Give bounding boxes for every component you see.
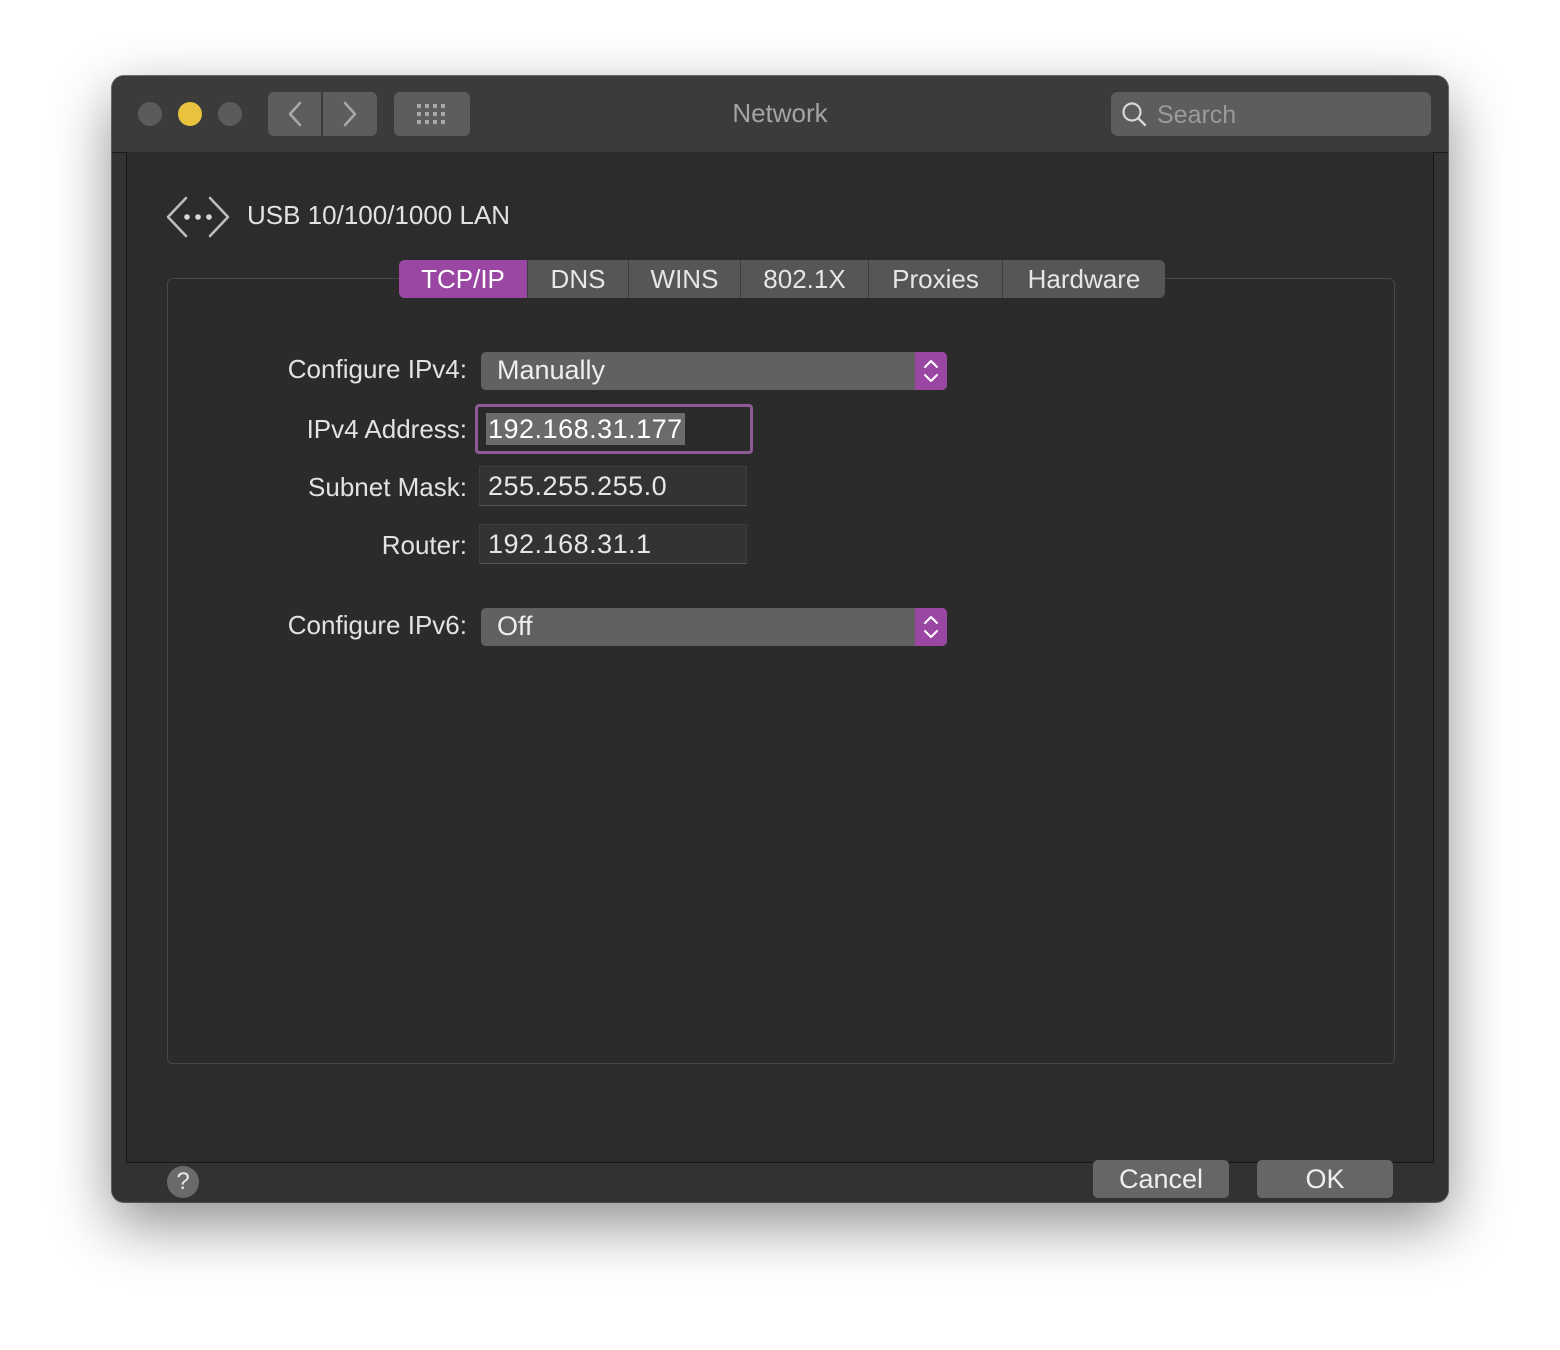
configure-ipv4-popup[interactable]: Manually [481, 352, 947, 390]
tab-hardware[interactable]: Hardware [1002, 260, 1165, 298]
configure-ipv4-label: Configure IPv4: [287, 354, 467, 384]
search-field[interactable] [1111, 92, 1431, 138]
ipv4-address-field[interactable]: 192.168.31.177 [475, 404, 753, 454]
tab-proxies[interactable]: Proxies [868, 260, 1002, 298]
router-label: Router: [381, 530, 467, 560]
ok-button[interactable]: OK [1257, 1160, 1393, 1198]
configure-ipv6-value: Off [497, 611, 533, 641]
ipv4-address-value: 192.168.31.177 [486, 413, 685, 445]
tab-content-panel [167, 278, 1395, 1064]
popup-stepper-icon [915, 608, 947, 646]
advanced-settings-sheet: USB 10/100/1000 LAN TCP/IP DNS WINS 802.… [126, 152, 1434, 1198]
subnet-mask-value: 255.255.255.0 [488, 471, 668, 501]
preferences-window: Network USB 10/100/1000 LAN TCP/IP DNS W… [112, 76, 1448, 1202]
tab-tcp-ip[interactable]: TCP/IP [399, 260, 527, 298]
configure-ipv6-label: Configure IPv6: [287, 610, 467, 640]
title-bar: Network [112, 76, 1448, 153]
search-input[interactable] [1155, 92, 1419, 138]
subnet-mask-field[interactable]: 255.255.255.0 [479, 466, 747, 506]
search-icon [1122, 102, 1147, 127]
ethernet-icon [166, 196, 230, 238]
interface-name: USB 10/100/1000 LAN [247, 200, 511, 230]
configure-ipv4-value: Manually [497, 355, 606, 385]
tab-bar: TCP/IP DNS WINS 802.1X Proxies Hardware [399, 260, 1165, 298]
router-value: 192.168.31.1 [488, 529, 652, 559]
cancel-button[interactable]: Cancel [1093, 1160, 1229, 1198]
tab-802-1x[interactable]: 802.1X [740, 260, 868, 298]
tab-wins[interactable]: WINS [628, 260, 740, 298]
ipv4-address-label: IPv4 Address: [306, 414, 467, 444]
popup-stepper-icon [915, 352, 947, 390]
tab-dns[interactable]: DNS [527, 260, 628, 298]
router-field[interactable]: 192.168.31.1 [479, 524, 747, 564]
subnet-mask-label: Subnet Mask: [308, 472, 467, 502]
configure-ipv6-popup[interactable]: Off [481, 608, 947, 646]
help-button[interactable]: ? [167, 1166, 199, 1198]
